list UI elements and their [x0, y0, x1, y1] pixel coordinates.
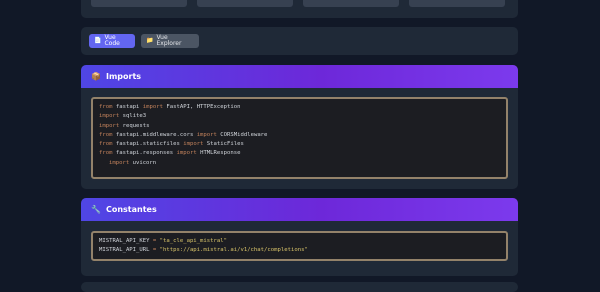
- tab-label: Vue Explorer: [156, 34, 182, 47]
- tab-label: Vue Code: [104, 34, 120, 47]
- previous-panel: [81, 0, 518, 18]
- document-icon: 📄: [94, 37, 102, 44]
- code-line: from fastapi.middleware.cors import CORS…: [99, 131, 268, 138]
- section-header[interactable]: 📦 Imports: [81, 65, 518, 88]
- stub-button-3[interactable]: [303, 0, 399, 7]
- section-header[interactable]: 🔧 Constantes: [81, 198, 518, 221]
- code-line: from fastapi.staticfiles import StaticFi…: [99, 141, 244, 148]
- package-icon: 📦: [91, 71, 101, 81]
- code-block: MISTRAL_API_KEY = "ta_cle_api_mistral" M…: [91, 231, 508, 261]
- tab-vue-explorer[interactable]: 📁 Vue Explorer: [141, 34, 199, 48]
- tab-vue-code[interactable]: 📄 Vue Code: [89, 34, 135, 48]
- wrench-icon: 🔧: [91, 204, 101, 214]
- constants-section: 🔧 Constantes MISTRAL_API_KEY = "ta_cle_a…: [81, 198, 518, 276]
- view-tabs-bar: 📄 Vue Code 📁 Vue Explorer: [81, 27, 518, 55]
- section-title: Constantes: [105, 205, 157, 214]
- stub-button-1[interactable]: [91, 0, 187, 7]
- code-line: import requests: [99, 122, 150, 129]
- code-block: from fastapi import FastAPI, HTTPExcepti…: [91, 97, 508, 179]
- next-section-header: [81, 282, 518, 292]
- code-line: from fastapi import FastAPI, HTTPExcepti…: [99, 104, 241, 110]
- code-line: import sqlite3: [99, 113, 147, 120]
- section-title: Imports: [105, 72, 142, 81]
- code-line: MISTRAL_API_KEY = "ta_cle_api_mistral": [99, 238, 227, 244]
- code-line: from fastapi.responses import HTMLRespon…: [99, 150, 241, 157]
- folder-icon: 📁: [146, 37, 154, 44]
- stub-button-4[interactable]: [409, 0, 505, 7]
- code-line: MISTRAL_API_URL = "https://api.mistral.a…: [99, 247, 308, 254]
- stub-button-2[interactable]: [197, 0, 293, 7]
- code-line: import uvicorn: [109, 159, 157, 166]
- imports-section: 📦 Imports from fastapi import FastAPI, H…: [81, 65, 518, 189]
